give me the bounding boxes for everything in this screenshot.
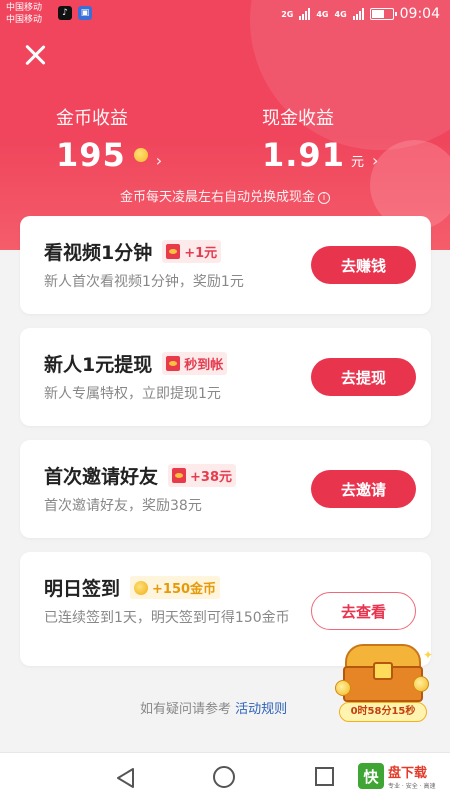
view-button[interactable]: 去查看 bbox=[311, 592, 416, 630]
task-desc: 首次邀请好友，奖励38元 bbox=[44, 498, 202, 514]
carrier-name: 中国移动 bbox=[6, 3, 43, 13]
help-text: 如有疑问请参考 bbox=[140, 702, 232, 717]
chest-timer: 0时58分15秒 bbox=[339, 702, 427, 722]
cash-earnings-value: 1.91 bbox=[262, 136, 345, 174]
status-bar: 中国移动 中国移动 ♪ ▣ 2G 4G 4G 09:04 bbox=[0, 0, 450, 30]
battery-icon bbox=[369, 8, 397, 20]
exchange-note: 金币每天凌晨左右自动兑换成现金 i bbox=[0, 186, 450, 205]
exchange-note-text: 金币每天凌晨左右自动兑换成现金 bbox=[119, 190, 315, 205]
reward-tag: +150金币 bbox=[130, 576, 221, 599]
reward-tag: +1元 bbox=[162, 240, 222, 263]
invite-button[interactable]: 去邀请 bbox=[311, 470, 416, 508]
watermark-sub: 专业 · 安全 · 高速 bbox=[388, 783, 436, 790]
task-card: 新人1元提现 秒到帐 新人专属特权，立即提现1元 去提现 bbox=[20, 328, 431, 426]
carrier-info: 中国移动 中国移动 bbox=[6, 2, 42, 26]
signal-icon bbox=[299, 8, 311, 20]
network-type: 4G bbox=[316, 9, 329, 19]
signal-icon bbox=[352, 8, 364, 20]
chevron-right-icon: › bbox=[155, 151, 163, 170]
task-title: 首次邀请好友 bbox=[44, 466, 159, 488]
reward-tag: +38元 bbox=[168, 464, 236, 487]
task-card: 首次邀请好友 +38元 首次邀请好友，奖励38元 去邀请 bbox=[20, 440, 431, 538]
coin-earnings-label: 金币收益 bbox=[56, 108, 128, 129]
coin-icon bbox=[133, 148, 148, 162]
task-desc: 已连续签到1天，明天签到可得150金币 bbox=[44, 610, 290, 626]
help-note: 如有疑问请参考 活动规则 bbox=[140, 698, 287, 717]
red-envelope-icon bbox=[166, 356, 181, 371]
task-title: 看视频1分钟 bbox=[44, 242, 153, 264]
reward-text: +150金币 bbox=[152, 582, 217, 597]
coin-earnings-value: 195 bbox=[56, 136, 126, 174]
task-card: 看视频1分钟 +1元 新人首次看视频1分钟，奖励1元 去赚钱 bbox=[20, 216, 431, 314]
task-title: 明日签到 bbox=[44, 578, 121, 600]
cash-earnings[interactable]: 现金收益 1.91 元 › bbox=[262, 104, 378, 174]
recent-apps-icon[interactable] bbox=[315, 767, 334, 786]
watermark: 快 盘下载 专业 · 安全 · 高速 bbox=[358, 758, 446, 794]
network-type: 4G bbox=[334, 9, 347, 19]
earn-button[interactable]: 去赚钱 bbox=[311, 246, 416, 284]
home-icon[interactable] bbox=[213, 766, 235, 788]
carrier-name: 中国移动 bbox=[6, 15, 43, 25]
gallery-icon: ▣ bbox=[78, 6, 92, 20]
watermark-title: 盘下载 bbox=[388, 766, 428, 781]
coin-earnings[interactable]: 金币收益 195 › bbox=[56, 104, 162, 174]
sparkle-icon: ✦ bbox=[423, 648, 434, 662]
task-title: 新人1元提现 bbox=[44, 354, 153, 376]
coin-icon bbox=[335, 680, 351, 696]
network-type: 2G bbox=[281, 9, 294, 19]
lock-icon bbox=[373, 662, 393, 680]
task-desc: 新人首次看视频1分钟，奖励1元 bbox=[44, 274, 244, 290]
red-envelope-icon bbox=[172, 468, 187, 483]
withdraw-button[interactable]: 去提现 bbox=[311, 358, 416, 396]
task-desc: 新人专属特权，立即提现1元 bbox=[44, 386, 221, 402]
earnings-header: 金币收益 195 › 现金收益 1.91 元 › 金币每天凌晨左右自动兑换成现金… bbox=[0, 0, 450, 250]
coin-icon bbox=[413, 676, 429, 692]
clock: 09:04 bbox=[399, 6, 440, 22]
reward-text: +38元 bbox=[190, 470, 232, 485]
status-indicators: 2G 4G 4G 09:04 bbox=[281, 6, 440, 22]
coin-icon bbox=[134, 580, 149, 595]
reward-text: +1元 bbox=[184, 246, 218, 261]
rules-link[interactable]: 活动规则 bbox=[235, 702, 287, 717]
treasure-chest[interactable]: ✦ 0时58分15秒 bbox=[335, 640, 434, 726]
back-icon[interactable] bbox=[115, 767, 137, 789]
cash-unit: 元 bbox=[350, 155, 364, 170]
red-envelope-icon bbox=[166, 244, 181, 259]
reward-tag: 秒到帐 bbox=[162, 352, 228, 375]
close-icon[interactable] bbox=[22, 42, 48, 68]
watermark-logo: 快 bbox=[358, 763, 384, 789]
notification-icons: ♪ ▣ bbox=[58, 6, 92, 20]
cash-earnings-label: 现金收益 bbox=[262, 108, 334, 129]
reward-text: 秒到帐 bbox=[184, 358, 224, 373]
chevron-right-icon: › bbox=[371, 151, 379, 170]
tiktok-icon: ♪ bbox=[58, 6, 72, 20]
info-icon[interactable]: i bbox=[318, 191, 330, 204]
